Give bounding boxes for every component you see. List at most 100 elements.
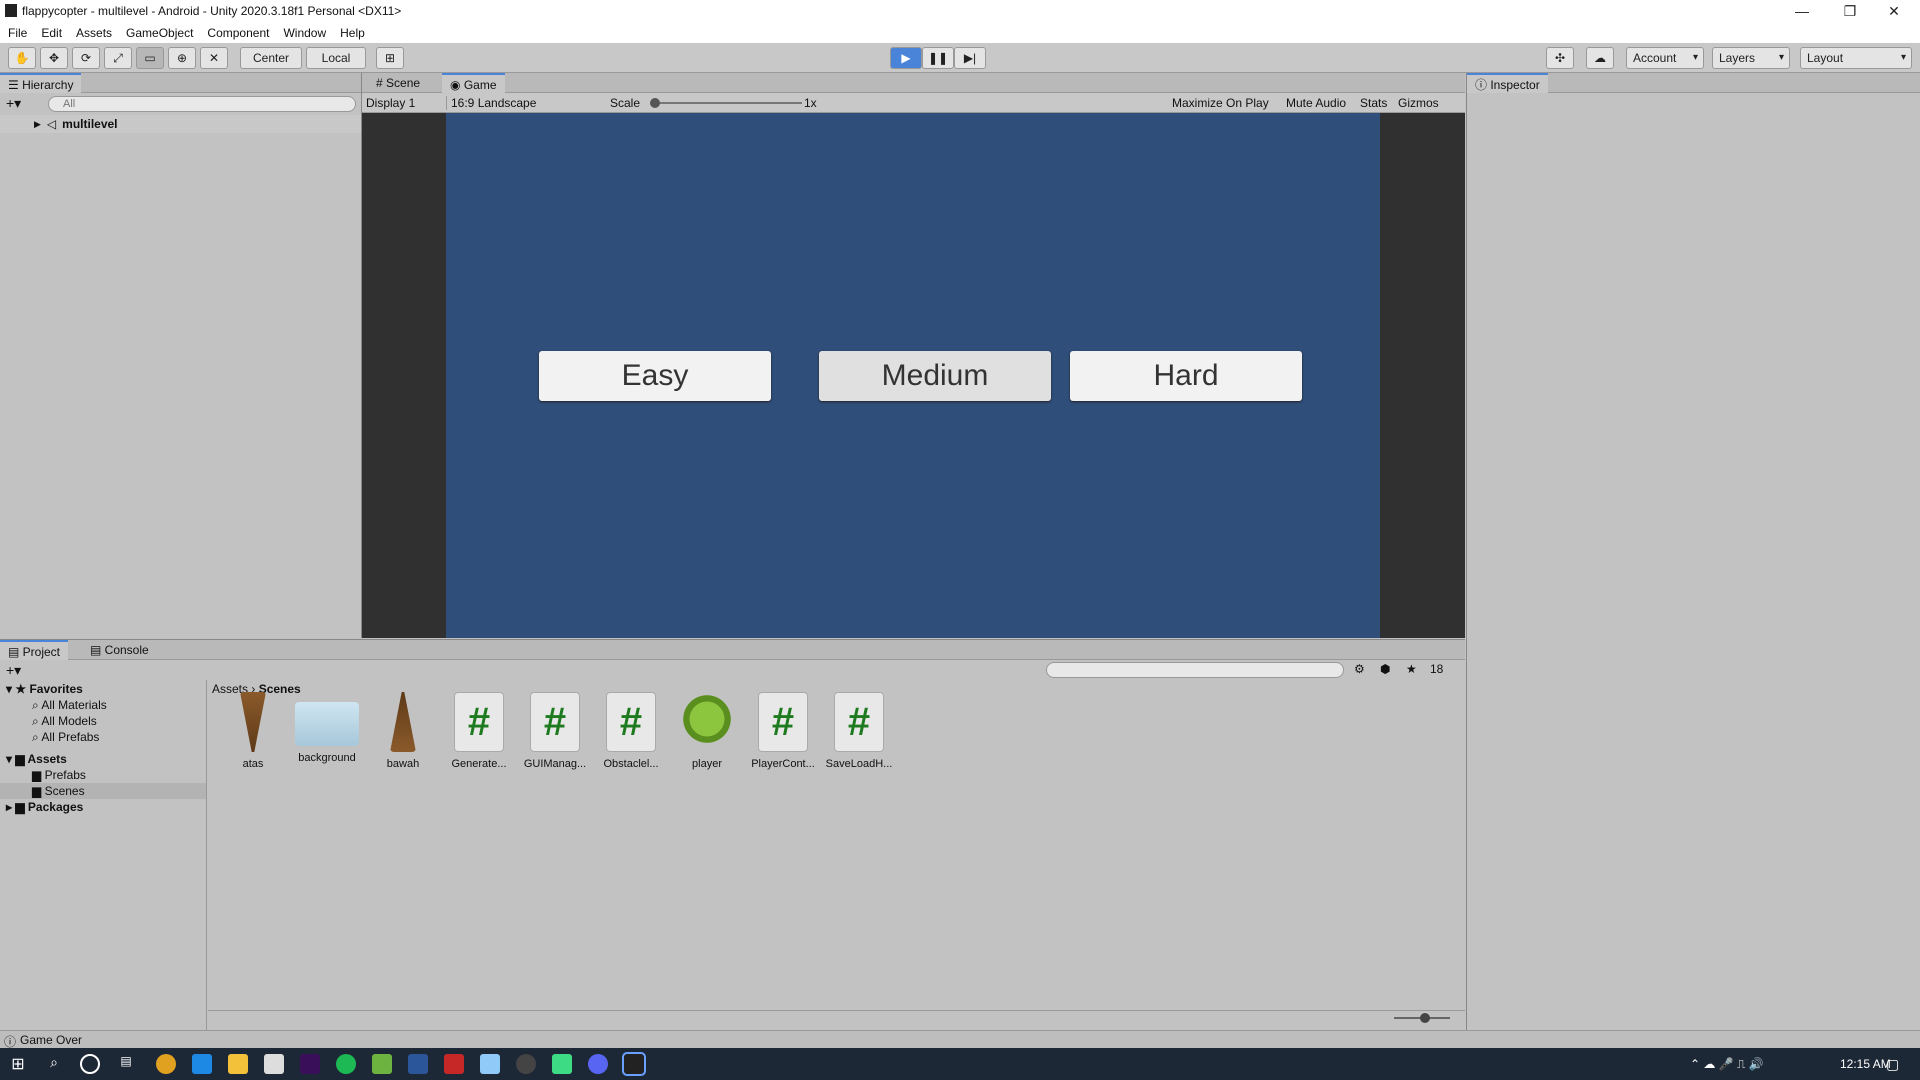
hidden-count[interactable]: 18: [1430, 662, 1443, 676]
word-icon[interactable]: [408, 1054, 428, 1074]
move-tool-icon[interactable]: ✥: [40, 47, 68, 69]
menu-assets[interactable]: Assets: [76, 26, 112, 40]
menu-component[interactable]: Component: [207, 26, 269, 40]
tree-scenes-folder[interactable]: ▆ Scenes: [0, 783, 206, 799]
pause-button[interactable]: ❚❚: [922, 47, 954, 69]
hierarchy-search-input[interactable]: [48, 96, 356, 112]
asset-saveload-script[interactable]: # SaveLoadH...: [824, 692, 894, 770]
rotate-tool-icon[interactable]: ⟳: [72, 47, 100, 69]
asset-bawah[interactable]: bawah: [368, 692, 438, 770]
asset-player[interactable]: player: [672, 692, 742, 770]
medium-button[interactable]: Medium: [819, 351, 1051, 401]
restore-button[interactable]: ❐: [1828, 0, 1872, 22]
expand-arrow-icon[interactable]: ▶: [34, 119, 41, 130]
gizmos-dropdown[interactable]: Gizmos: [1398, 96, 1439, 110]
tree-all-materials[interactable]: ⌕ All Materials: [32, 698, 107, 713]
spotify-icon[interactable]: [336, 1054, 356, 1074]
minimize-button[interactable]: —: [1780, 0, 1824, 22]
asset-playercontroller-script[interactable]: # PlayerCont...: [748, 692, 818, 770]
favorite-star-icon[interactable]: ★: [1406, 662, 1417, 676]
account-dropdown[interactable]: Account: [1626, 47, 1704, 69]
tab-game[interactable]: ◉ Game: [442, 73, 505, 93]
collab-icon[interactable]: ✣: [1546, 47, 1574, 69]
asset-background[interactable]: background: [292, 692, 362, 764]
menu-bar: File Edit Assets GameObject Component Wi…: [0, 22, 1920, 43]
menu-file[interactable]: File: [8, 26, 27, 40]
cortana-icon[interactable]: [80, 1054, 100, 1074]
tree-favorites[interactable]: ▾ ★ Favorites: [6, 682, 83, 696]
edge-icon[interactable]: [192, 1054, 212, 1074]
filter-label-icon[interactable]: ⬢: [1380, 662, 1390, 676]
menu-help[interactable]: Help: [340, 26, 365, 40]
menu-window[interactable]: Window: [283, 26, 326, 40]
maximize-on-play-toggle[interactable]: Maximize On Play: [1172, 96, 1269, 110]
stats-toggle[interactable]: Stats: [1360, 96, 1387, 110]
scale-slider[interactable]: [650, 98, 802, 108]
grid-snap-icon[interactable]: ⊞: [376, 47, 404, 69]
transform-tool-icon[interactable]: ⊕: [168, 47, 196, 69]
tab-inspector[interactable]: ⓘ Inspector: [1467, 73, 1548, 93]
display-dropdown[interactable]: Display 1: [366, 96, 444, 110]
scale-value: 1x: [804, 96, 817, 110]
windows-start-icon[interactable]: ⊞: [8, 1054, 28, 1074]
asset-guimanager-script[interactable]: # GUIManag...: [520, 692, 590, 770]
create-asset-icon[interactable]: +▾: [6, 662, 21, 679]
clock[interactable]: 12:15 AM: [1840, 1057, 1891, 1071]
add-icon[interactable]: +▾: [6, 95, 21, 112]
easy-button[interactable]: Easy: [539, 351, 771, 401]
chrome-icon[interactable]: [156, 1054, 176, 1074]
discord-icon[interactable]: [588, 1054, 608, 1074]
hand-tool-icon[interactable]: ✋: [8, 47, 36, 69]
custom-tool-icon[interactable]: ✕: [200, 47, 228, 69]
hard-button[interactable]: Hard: [1070, 351, 1302, 401]
tree-assets[interactable]: ▾ ▆ Assets: [6, 752, 67, 766]
tree-packages[interactable]: ▸ ▆ Packages: [6, 800, 83, 814]
unity-hub-icon[interactable]: [516, 1054, 536, 1074]
close-button[interactable]: ✕: [1872, 0, 1916, 22]
tab-scene[interactable]: # Scene: [368, 73, 428, 93]
aspect-dropdown[interactable]: 16:9 Landscape: [446, 96, 602, 110]
cloud-icon[interactable]: ☁: [1586, 47, 1614, 69]
menu-edit[interactable]: Edit: [41, 26, 62, 40]
tree-prefabs-folder[interactable]: ▆ Prefabs: [32, 768, 86, 782]
tray-icons[interactable]: ⌃ ☁ 🎤 ⎍ 🔊: [1690, 1057, 1764, 1072]
tab-hierarchy[interactable]: ☰ Hierarchy: [0, 73, 82, 93]
zoom-slider[interactable]: [1394, 1013, 1450, 1023]
hierarchy-item-multilevel[interactable]: ▶ ◁ multilevel: [0, 115, 361, 133]
rect-tool-icon[interactable]: ▭: [136, 47, 164, 69]
pivot-local-button[interactable]: Local: [306, 47, 366, 69]
premiere-icon[interactable]: [300, 1054, 320, 1074]
layout-dropdown[interactable]: Layout: [1800, 47, 1912, 69]
file-explorer-icon[interactable]: [228, 1054, 248, 1074]
step-button[interactable]: ▶|: [954, 47, 986, 69]
project-tree: ▾ ★ Favorites ⌕ All Materials ⌕ All Mode…: [0, 680, 207, 1030]
scale-tool-icon[interactable]: ⤢: [104, 47, 132, 69]
android-studio-icon[interactable]: [552, 1054, 572, 1074]
store-icon[interactable]: [372, 1054, 392, 1074]
notification-icon[interactable]: ▢: [1886, 1056, 1899, 1073]
script-icon: #: [606, 692, 656, 752]
play-button[interactable]: ▶: [890, 47, 922, 69]
filter-type-icon[interactable]: ⚙: [1354, 662, 1365, 676]
mute-audio-toggle[interactable]: Mute Audio: [1286, 96, 1346, 110]
task-view-icon[interactable]: ▤: [116, 1054, 136, 1074]
project-search-input[interactable]: [1046, 662, 1344, 678]
tree-all-models[interactable]: ⌕ All Models: [32, 714, 97, 729]
status-message[interactable]: Game Over: [20, 1033, 82, 1047]
asset-atas[interactable]: atas: [218, 692, 288, 770]
mail-icon[interactable]: [264, 1054, 284, 1074]
app-icon[interactable]: [444, 1054, 464, 1074]
asset-generate-script[interactable]: # Generate...: [444, 692, 514, 770]
layers-dropdown[interactable]: Layers: [1712, 47, 1790, 69]
asset-obstacle-script[interactable]: # Obstaclel...: [596, 692, 666, 770]
sprite-thumbnail: [390, 692, 416, 752]
virtualbox-icon[interactable]: [480, 1054, 500, 1074]
pivot-center-button[interactable]: Center: [240, 47, 302, 69]
tab-console[interactable]: ▤ Console: [82, 640, 157, 660]
search-icon[interactable]: ⌕: [44, 1054, 64, 1074]
tab-project[interactable]: ▤ Project: [0, 640, 69, 660]
project-panel: ▤ Project ▤ Console +▾ ⚙ ⬢ ★ 18 ▾ ★ Favo…: [0, 639, 1465, 1030]
menu-gameobject[interactable]: GameObject: [126, 26, 193, 40]
tree-all-prefabs[interactable]: ⌕ All Prefabs: [32, 730, 99, 745]
unity-editor-icon[interactable]: [622, 1052, 646, 1076]
